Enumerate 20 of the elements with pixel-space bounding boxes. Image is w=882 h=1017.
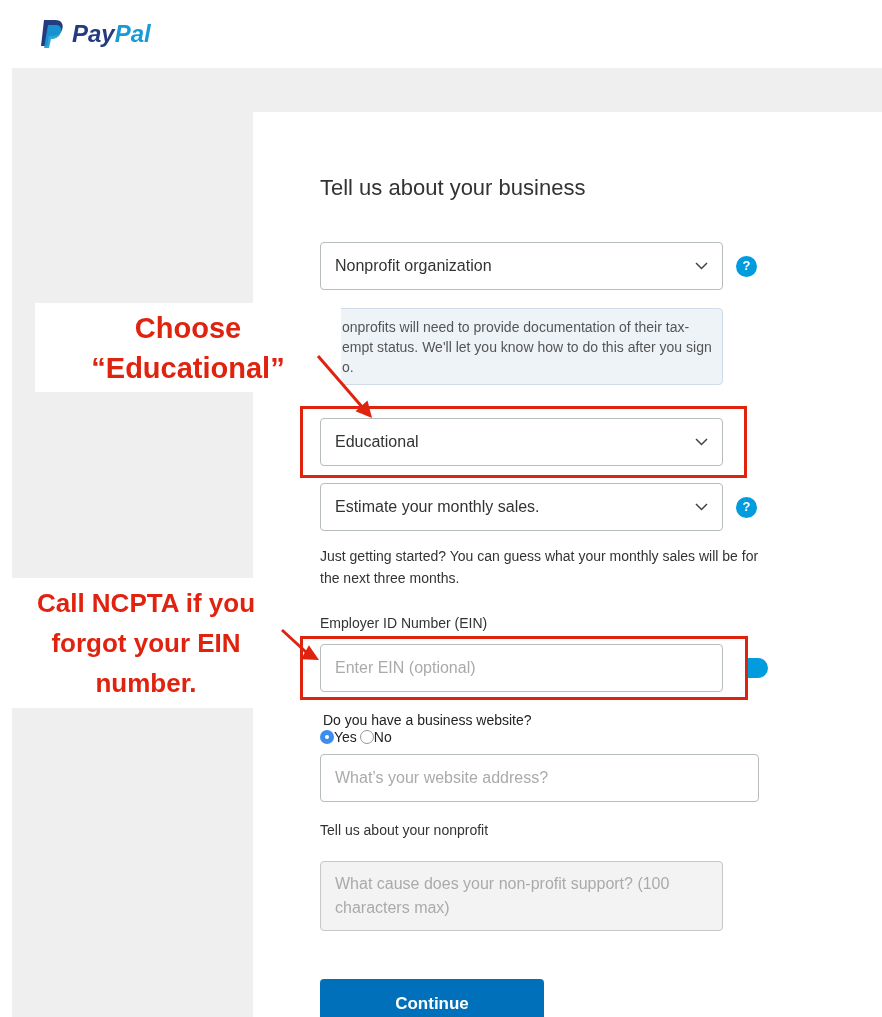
logo-text: PayPal [72,19,151,49]
category-dropdown[interactable]: Educational [320,418,723,466]
radio-option[interactable]: No [359,728,392,746]
continue-button[interactable]: Continue [320,979,544,1017]
chevron-down-icon [695,262,708,270]
website-question: Do you have a business website? [323,712,533,728]
chevron-down-icon [695,503,708,511]
sales-hint: Just getting started? You can guess what your monthly sales will be for the next three months. [320,547,760,588]
help-icon[interactable] [748,658,768,678]
website-field[interactable]: What’s your website address? [320,754,759,802]
ein-label: Employer ID Number (EIN) [320,614,489,633]
logo-mark-icon [40,20,66,48]
chevron-down-icon [695,438,708,446]
business-type-dropdown[interactable]: Nonprofit organization [320,242,723,290]
callout-text: Choose “Educational” [35,303,341,392]
page-title: Tell us about your business [320,174,587,202]
monthly-sales-dropdown[interactable]: Estimate your monthly sales. [320,483,723,531]
ein-field[interactable]: Enter EIN (optional) [320,644,723,692]
radio-option[interactable]: Yes [320,728,357,746]
nonprofit-label: Tell us about your nonprofit [320,821,490,840]
